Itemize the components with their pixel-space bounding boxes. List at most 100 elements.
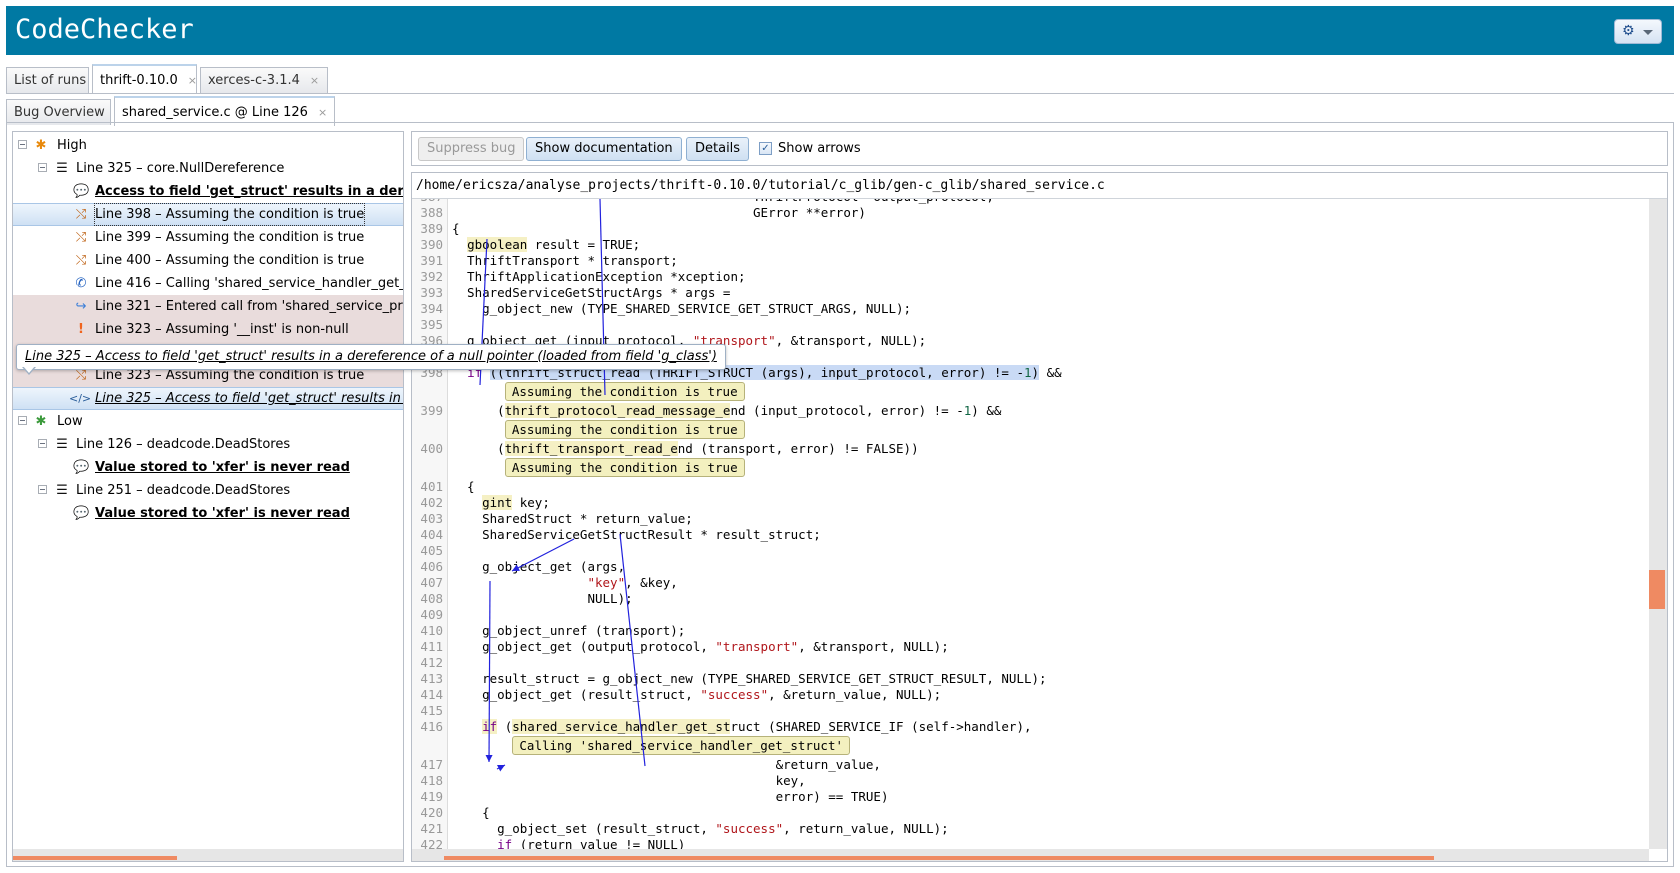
code-icon: </>	[69, 392, 92, 405]
code-line: 409	[412, 607, 1649, 623]
tree-node-message[interactable]: 💬 Access to field 'get_struct' results in…	[13, 180, 403, 203]
tree-node-label: Line 400 – Assuming the condition is tru…	[95, 253, 365, 268]
collapse-toggle[interactable]	[38, 439, 47, 448]
code-line: 395	[412, 317, 1649, 333]
scroll-thumb[interactable]	[13, 856, 177, 860]
source-text: {	[452, 479, 475, 494]
code-area[interactable]: 387 ThriftProtocol *output_protocol,388 …	[412, 199, 1649, 849]
tree-node-label: Line 325 – core.NullDereference	[76, 161, 285, 176]
report-toolbar: Suppress bug Show documentation Details …	[411, 131, 1668, 166]
close-icon[interactable]: ×	[310, 74, 319, 87]
code-line: 408 NULL);	[412, 591, 1649, 607]
collapse-toggle[interactable]	[18, 416, 27, 425]
line-number: 394	[420, 301, 443, 316]
collapse-toggle[interactable]	[38, 163, 47, 172]
tree-node-message[interactable]: 💬 Value stored to 'xfer' is never read	[13, 456, 403, 479]
tree-node-condition[interactable]: ⤭ Line 398 – Assuming the condition is tr…	[13, 203, 403, 226]
tree-node-label: Value stored to 'xfer' is never read	[95, 506, 350, 521]
tree-node-condition[interactable]: ⤭ Line 399 – Assuming the condition is tr…	[13, 226, 403, 249]
code-line: 405	[412, 543, 1649, 559]
source-text: {	[452, 221, 460, 236]
scroll-thumb[interactable]	[1649, 569, 1665, 609]
tree-node-label: Line 126 – deadcode.DeadStores	[76, 437, 291, 452]
code-line: 420 {	[412, 805, 1649, 821]
source-text: SharedServiceGetStructArgs * args =	[452, 285, 731, 300]
horizontal-scrollbar[interactable]	[412, 849, 1649, 861]
line-number: 405	[420, 543, 443, 558]
event-bubble[interactable]: Assuming the condition is true	[504, 458, 745, 477]
code-line: 389 {	[412, 221, 1649, 237]
app-header: CodeChecker ⚙	[6, 6, 1674, 55]
tree-node-label: Access to field 'get_struct' results in …	[95, 184, 404, 199]
settings-menu-button[interactable]: ⚙	[1614, 19, 1662, 44]
code-line: 400 (thrift_transport_read_end (transpor…	[412, 441, 1649, 457]
tree-node-report[interactable]: ☰ Line 251 – deadcode.DeadStores	[13, 479, 403, 502]
collapse-toggle[interactable]	[18, 140, 27, 149]
code-line: 401 {	[412, 479, 1649, 495]
tab-thrift[interactable]: thrift-0.10.0 ×	[92, 64, 197, 94]
code-line: 404 SharedServiceGetStructResult * resul…	[412, 527, 1649, 543]
comment-icon: 💬	[73, 460, 90, 475]
source-text: ThriftApplicationException *xception;	[452, 269, 746, 284]
shuffle-icon: ⤭	[75, 253, 87, 268]
code-line: 403 SharedStruct * return_value;	[412, 511, 1649, 527]
tree-node-report[interactable]: ☰ Line 325 – core.NullDereference	[13, 157, 403, 180]
collapse-toggle[interactable]	[38, 485, 47, 494]
event-bubble[interactable]: Assuming the condition is true	[504, 420, 745, 439]
line-number: 400	[420, 441, 443, 456]
line-number: 393	[420, 285, 443, 300]
line-number: 410	[420, 623, 443, 638]
tree-node-enter[interactable]: ↪ Line 321 – Entered call from 'shared_se…	[13, 295, 403, 318]
source-text: (thrift_transport_read_end (transport, e…	[452, 441, 919, 456]
source-text: g_object_get (output_protocol, "transpor…	[452, 639, 949, 654]
tree-node-label: Line 325 – Access to field 'get_struct' …	[95, 391, 403, 406]
event-bubble[interactable]: Calling 'shared_service_handler_get_stru…	[512, 736, 850, 755]
tree-node-message[interactable]: 💬 Value stored to 'xfer' is never read	[13, 502, 403, 525]
source-viewer: /home/ericsza/analyse_projects/thrift-0.…	[411, 172, 1668, 862]
code-line: 413 result_struct = g_object_new (TYPE_S…	[412, 671, 1649, 687]
event-bubble[interactable]: Assuming the condition is true	[504, 382, 745, 401]
tree-node-report[interactable]: ☰ Line 126 – deadcode.DeadStores	[13, 433, 403, 456]
vertical-scrollbar[interactable]	[1649, 199, 1667, 849]
line-number: 420	[420, 805, 443, 820]
close-icon[interactable]: ×	[318, 106, 327, 119]
tree-node-severity-low[interactable]: ✱ Low	[13, 410, 403, 433]
code-line: 416 if (shared_service_handler_get_struc…	[412, 719, 1649, 735]
close-icon[interactable]: ×	[188, 74, 197, 87]
tab-label: shared_service.c @ Line 126	[122, 105, 308, 120]
tree-node-assume[interactable]: ! Line 323 – Assuming '__inst' is non-nul…	[13, 318, 403, 341]
code-line: 411 g_object_get (output_protocol, "tran…	[412, 639, 1649, 655]
bug-tree: ✱ High ☰ Line 325 – core.NullDereference 💬 Ac…	[12, 131, 404, 862]
tree-node-label: Line 321 – Entered call from 'shared_ser…	[95, 299, 403, 314]
tree-node-condition[interactable]: ⤭ Line 400 – Assuming the condition is tr…	[13, 249, 403, 272]
tree-node-label: Line 251 – deadcode.DeadStores	[76, 483, 291, 498]
scroll-thumb[interactable]	[444, 856, 1434, 860]
suppress-bug-button[interactable]: Suppress bug	[418, 137, 525, 161]
code-line: 392 ThriftApplicationException *xception…	[412, 269, 1649, 285]
horizontal-scrollbar[interactable]	[13, 849, 403, 861]
line-number: 418	[420, 773, 443, 788]
show-documentation-button[interactable]: Show documentation	[526, 137, 682, 161]
line-number: 388	[420, 205, 443, 220]
tab-list-of-runs[interactable]: List of runs	[6, 67, 89, 93]
comment-icon: 💬	[73, 506, 90, 521]
app-title: CodeChecker	[15, 14, 194, 45]
code-line: 422 if (return_value != NULL)	[412, 837, 1649, 849]
line-number: 406	[420, 559, 443, 574]
code-line: 412	[412, 655, 1649, 671]
source-text: NULL);	[452, 591, 633, 606]
list-icon: ☰	[56, 437, 68, 452]
tree-node-severity-high[interactable]: ✱ High	[13, 134, 403, 157]
tab-xerces[interactable]: xerces-c-3.1.4 ×	[200, 67, 328, 93]
tree-node-final[interactable]: </> Line 325 – Access to field 'get_struc…	[13, 387, 403, 410]
code-line: 394 g_object_new (TYPE_SHARED_SERVICE_GE…	[412, 301, 1649, 317]
code-line: 417 &return_value,	[412, 757, 1649, 773]
tree-node-call[interactable]: ✆ Line 416 – Calling 'shared_service_hand…	[13, 272, 403, 295]
line-number: 408	[420, 591, 443, 606]
code-line: 407 "key", &key,	[412, 575, 1649, 591]
code-line: 393 SharedServiceGetStructArgs * args =	[412, 285, 1649, 301]
show-arrows-checkbox[interactable]: ✓	[759, 142, 772, 155]
details-button[interactable]: Details	[686, 137, 750, 161]
line-number: 404	[420, 527, 443, 542]
line-number: 395	[420, 317, 443, 332]
